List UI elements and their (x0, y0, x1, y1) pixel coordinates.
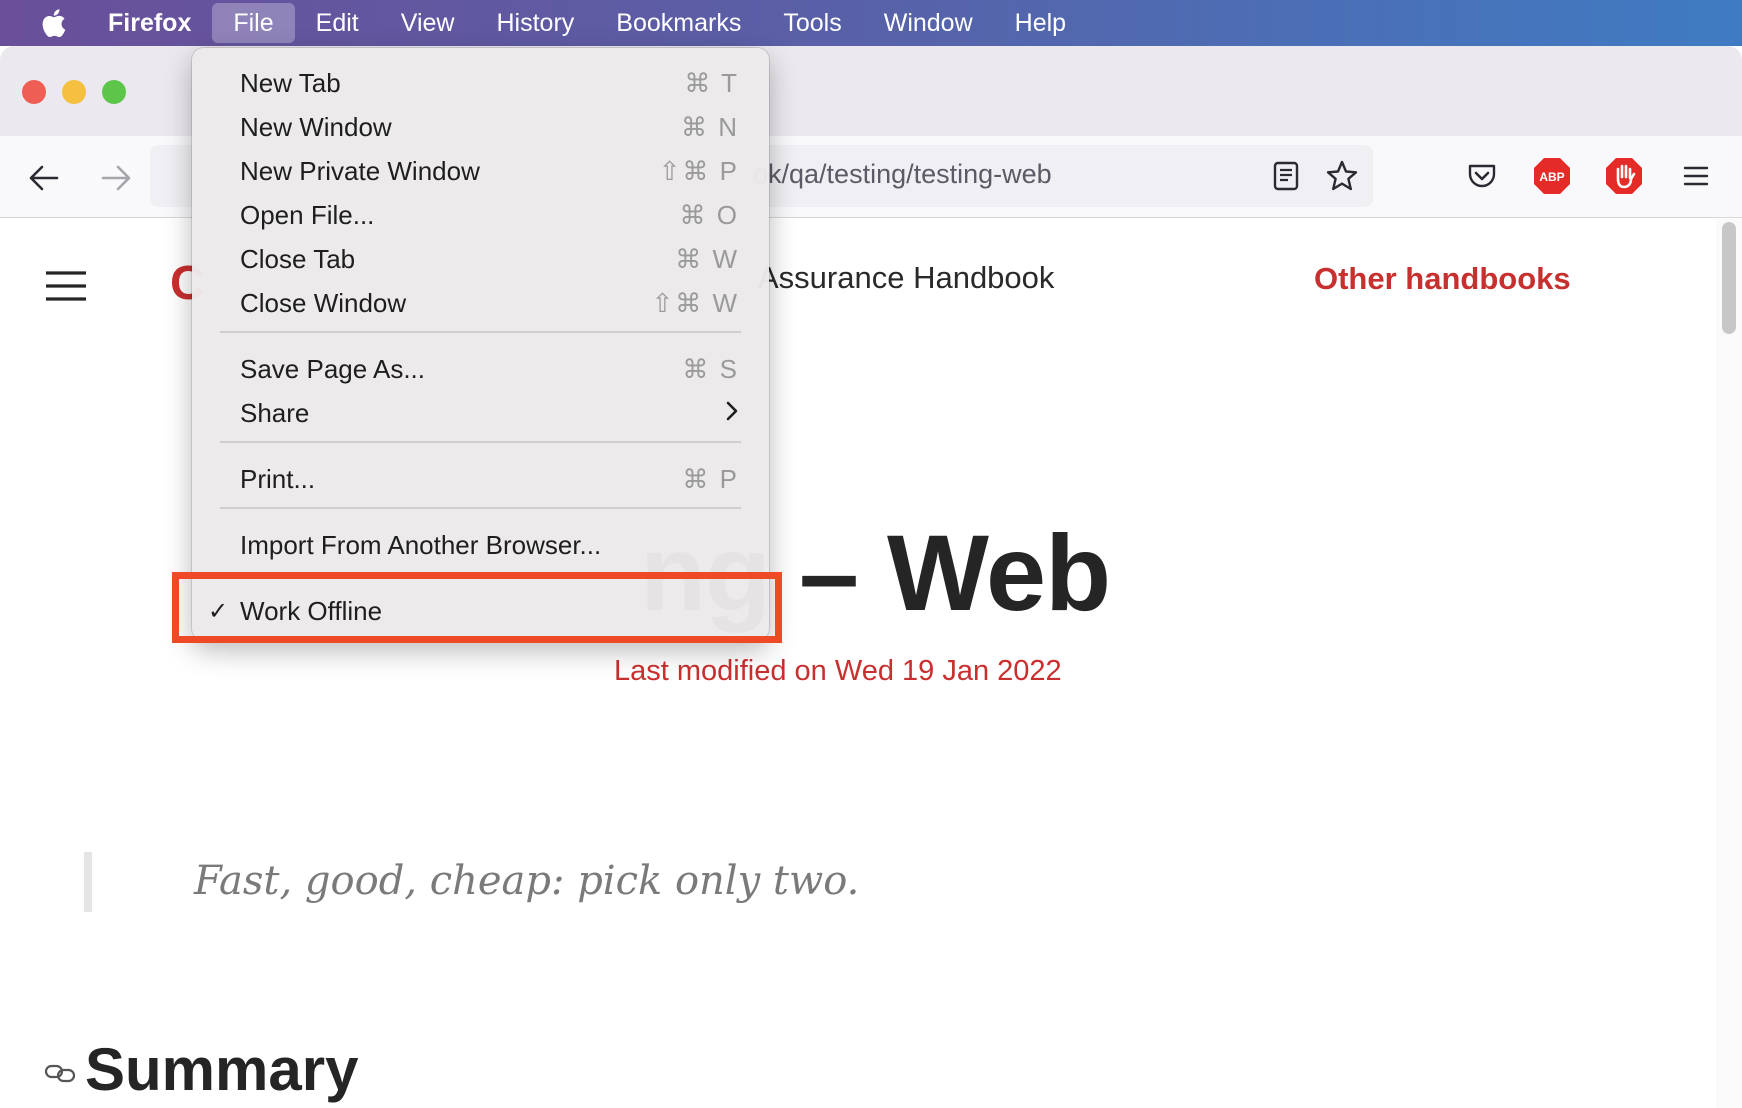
adblock-plus-icon: ABP (1534, 158, 1570, 194)
highlight-annotation-box (172, 572, 782, 643)
menu-item-close-tab[interactable]: Close Tab ⌘ W (192, 237, 769, 281)
scrollbar-track[interactable] (1716, 219, 1742, 1108)
menu-item-label: New Window (240, 111, 392, 142)
minimize-window-button[interactable] (62, 80, 86, 104)
menubar-item-file[interactable]: File (212, 3, 295, 43)
menubar-item-view[interactable]: View (380, 0, 476, 46)
menu-item-shortcut: ⌘ W (675, 243, 739, 274)
back-button[interactable] (24, 158, 64, 198)
forward-button[interactable] (96, 158, 136, 198)
pocket-button[interactable] (1462, 156, 1502, 196)
link-icon[interactable] (44, 1062, 76, 1089)
handbook-title[interactable]: Assurance Handbook (758, 260, 1054, 296)
menu-item-label: Close Window (240, 287, 407, 318)
menu-item-label: Share (240, 397, 310, 428)
stop-hand-icon (1606, 158, 1642, 194)
star-icon (1326, 160, 1358, 191)
pocket-icon (1468, 164, 1496, 188)
blockquote-text: Fast, good, cheap: pick only two. (194, 858, 860, 904)
back-arrow-icon (29, 165, 59, 191)
menu-item-print[interactable]: Print... ⌘ P (192, 457, 769, 501)
menu-separator (220, 507, 741, 509)
menu-item-shortcut: ⌘ S (682, 353, 739, 384)
svg-text:ABP: ABP (1539, 170, 1564, 184)
url-text[interactable]: ok/qa/testing/testing-web (753, 159, 1052, 190)
menu-item-new-private-window[interactable]: New Private Window ⇧⌘ P (192, 149, 769, 193)
menu-item-shortcut: ⇧⌘ P (658, 155, 739, 186)
file-menu-dropdown: New Tab ⌘ T New Window ⌘ N New Private W… (192, 48, 769, 640)
reader-view-icon (1273, 161, 1299, 191)
menu-item-shortcut: ⇧⌘ W (651, 287, 739, 318)
menu-item-new-tab[interactable]: New Tab ⌘ T (192, 61, 769, 105)
site-nav-menu-button[interactable] (42, 264, 90, 308)
menu-item-shortcut: ⌘ O (679, 199, 739, 230)
menu-separator (220, 441, 741, 443)
blockquote-bar (84, 852, 92, 912)
menubar-item-tools[interactable]: Tools (762, 0, 862, 46)
menubar-item-bookmarks[interactable]: Bookmarks (595, 0, 762, 46)
menu-item-label: Print... (240, 463, 316, 494)
menu-item-shortcut: ⌘ P (682, 463, 739, 494)
menu-item-import-from-another-browser[interactable]: Import From Another Browser... (192, 523, 769, 567)
other-handbooks-link[interactable]: Other handbooks (1314, 261, 1571, 297)
menu-item-close-window[interactable]: Close Window ⇧⌘ W (192, 281, 769, 325)
summary-heading: Summary (85, 1036, 359, 1103)
menubar-item-history[interactable]: History (476, 0, 596, 46)
menu-item-share[interactable]: Share (192, 391, 769, 435)
menu-separator (220, 331, 741, 333)
adblock-button[interactable] (1604, 156, 1644, 196)
close-window-button[interactable] (22, 80, 46, 104)
hamburger-menu-icon (1683, 166, 1709, 186)
menu-item-shortcut: ⌘ T (684, 67, 739, 98)
menubar-item-help[interactable]: Help (994, 0, 1087, 46)
menu-item-label: Close Tab (240, 243, 356, 274)
zoom-window-button[interactable] (102, 80, 126, 104)
macos-menu-bar: Firefox File Edit View History Bookmarks… (0, 0, 1742, 46)
forward-arrow-icon (101, 165, 131, 191)
last-modified-date: Last modified on Wed 19 Jan 2022 (614, 655, 1062, 687)
menubar-item-window[interactable]: Window (863, 0, 994, 46)
adblock-plus-button[interactable]: ABP (1532, 156, 1572, 196)
menu-item-open-file[interactable]: Open File... ⌘ O (192, 193, 769, 237)
reader-view-button[interactable] (1268, 158, 1304, 194)
menu-item-label: Import From Another Browser... (240, 529, 602, 560)
menu-item-label: New Private Window (240, 155, 480, 186)
menubar-app-firefox[interactable]: Firefox (80, 0, 212, 46)
menu-item-label: Save Page As... (240, 353, 426, 384)
menu-item-save-page-as[interactable]: Save Page As... ⌘ S (192, 347, 769, 391)
bookmark-star-button[interactable] (1322, 156, 1362, 196)
apple-icon[interactable] (26, 0, 80, 46)
menu-item-label: Open File... (240, 199, 375, 230)
hamburger-icon (46, 271, 86, 301)
scrollbar-thumb[interactable] (1722, 222, 1736, 334)
menu-item-shortcut: ⌘ N (681, 111, 739, 142)
app-menu-button[interactable] (1676, 158, 1716, 194)
menubar-item-edit[interactable]: Edit (295, 0, 380, 46)
chevron-right-icon (725, 398, 739, 429)
menu-item-label: New Tab (240, 67, 341, 98)
menu-item-new-window[interactable]: New Window ⌘ N (192, 105, 769, 149)
